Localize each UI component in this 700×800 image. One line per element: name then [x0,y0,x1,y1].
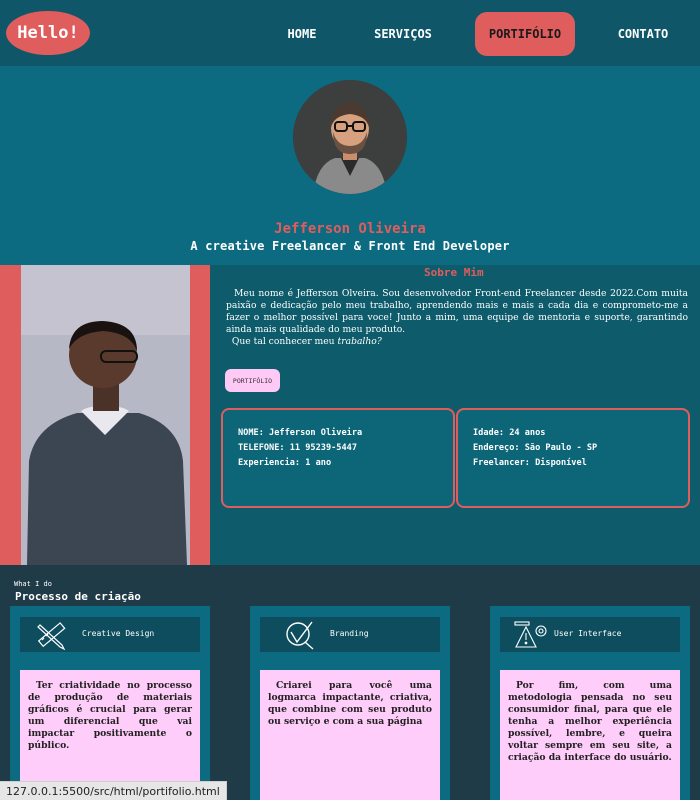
info-name: NOME: Jefferson Oliveira [238,428,363,438]
logo[interactable]: Hello! [6,11,90,55]
browser-status-bar: 127.0.0.1:5500/src/html/portifolio.html [0,781,227,800]
portifolio-button[interactable]: PORTIFÓLIO [225,369,280,392]
about-question-italic: trabalho? [337,336,382,347]
photo-frame [0,265,210,565]
about-question-prefix: Que tal conhecer meu [231,336,338,347]
hero-subtitle: A creative Freelancer & Front End Develo… [190,239,510,253]
checkmark-brand-icon [286,621,314,650]
card-header: Branding [260,617,440,652]
ui-settings-icon [514,621,547,648]
info-box-left: NOME: Jefferson Oliveira TELEFONE: 11 95… [221,408,455,508]
top-navbar: Hello! HOME SERVIÇOS PORTIFÓLIO CONTATO [0,0,700,66]
card-title: Branding [330,629,369,638]
ruler-pencil-icon [37,622,66,651]
nav-portifolio[interactable]: PORTIFÓLIO [475,12,575,56]
info-box-right: Idade: 24 anos Endereço: São Paulo - SP … [456,408,690,508]
info-phone: TELEFONE: 11 95239-5447 [238,443,357,453]
about-section: Sobre Mim Meu nome é Jefferson Olveira. … [0,265,700,565]
card-title: Creative Design [82,629,155,638]
process-section: What I do Processo de criação Creative D… [0,565,700,800]
card-header: User Interface [500,617,680,652]
card-text: Criarei para você uma logmarca impactant… [260,670,440,800]
about-paragraph: Meu nome é Jefferson Olveira. Sou desenv… [226,288,688,335]
card-creative-design: Creative Design Ter criatividade no proc… [10,606,210,800]
info-experience: Experiencia: 1 ano [238,458,332,468]
about-question: Que tal conhecer meu trabalho? [226,336,688,348]
what-i-do-label: What I do [14,580,52,588]
hero-section: Jefferson Oliveira A creative Freelancer… [0,66,700,265]
nav-contato[interactable]: CONTATO [609,12,677,56]
hero-name: Jefferson Oliveira [274,221,426,237]
profile-photo [21,265,190,565]
avatar [293,80,407,194]
process-title: Processo de criação [15,590,141,603]
card-title: User Interface [554,629,622,638]
card-user-interface: User Interface Por fim, com uma metodolo… [490,606,690,800]
about-title: Sobre Mim [424,266,484,279]
card-header: Creative Design [20,617,200,652]
nav-home[interactable]: HOME [276,12,328,56]
info-freelancer: Freelancer: Disponível [473,458,587,468]
info-age: Idade: 24 anos [473,428,546,438]
nav-servicos[interactable]: SERVIÇOS [366,12,440,56]
info-address: Endereço: São Paulo - SP [473,443,598,453]
card-text: Por fim, com uma metodologia pensada no … [500,670,680,800]
card-branding: Branding Criarei para você uma logmarca … [250,606,450,800]
